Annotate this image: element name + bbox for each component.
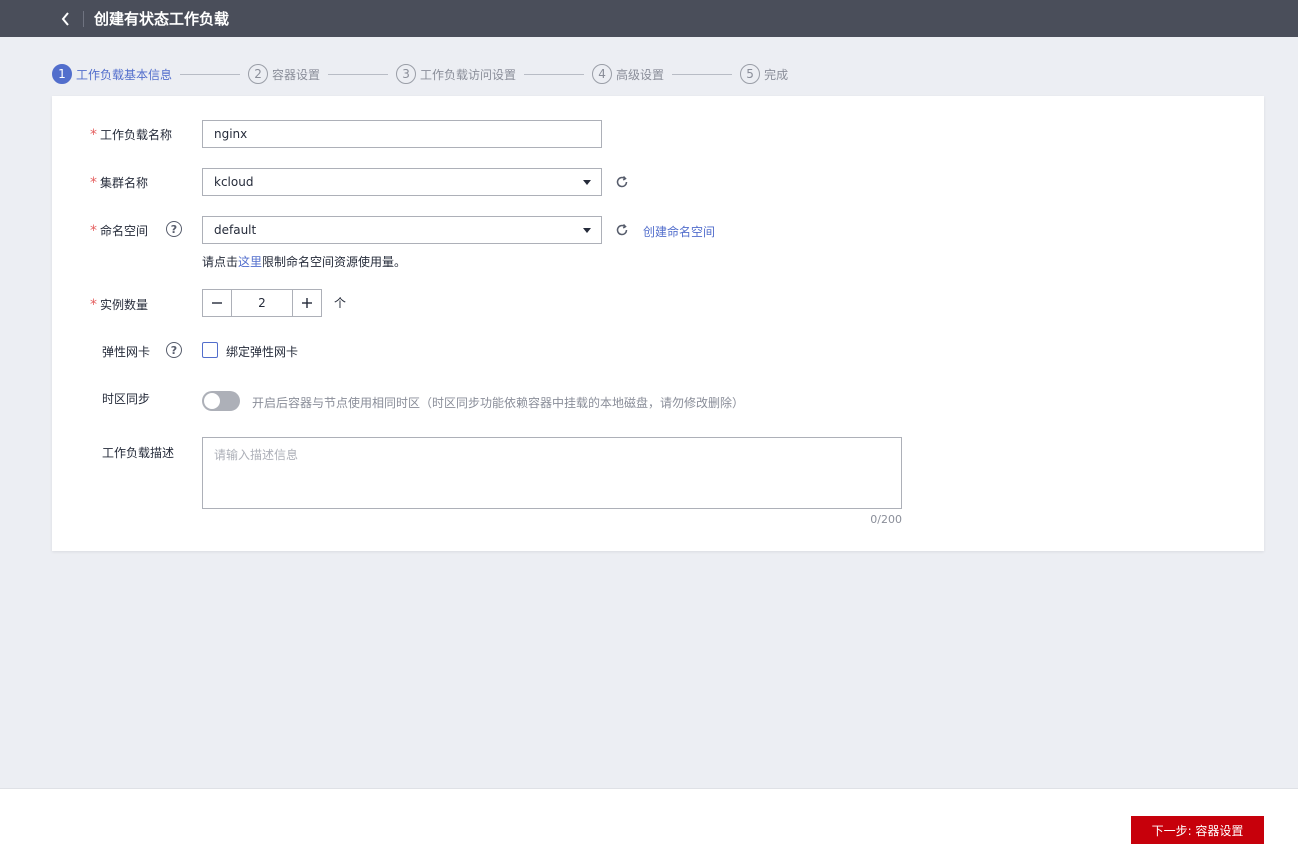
namespace-hint: 请点击这里限制命名空间资源使用量。 <box>202 253 406 270</box>
help-icon[interactable]: ? <box>166 221 182 237</box>
step-connector <box>180 73 241 75</box>
step-container-settings: 2 容器设置 <box>248 64 320 84</box>
namespace-label: * 命名空间 <box>90 222 148 239</box>
wizard-steps: 1 工作负载基本信息 2 容器设置 3 工作负载访问设置 4 高级设置 5 完成 <box>52 64 788 84</box>
caret-down-icon <box>583 180 591 185</box>
namespace-select[interactable]: default <box>202 216 602 244</box>
instances-value[interactable]: 2 <box>231 290 293 316</box>
description-textarea[interactable]: 请输入描述信息 <box>202 437 902 509</box>
step-label: 工作负载访问设置 <box>420 67 517 82</box>
step-basic-info: 1 工作负载基本信息 <box>52 64 172 84</box>
char-counter: 0/200 <box>870 513 902 526</box>
description-label: 工作负载描述 <box>102 446 175 460</box>
step-number: 1 <box>52 64 72 84</box>
required-mark: * <box>90 222 97 239</box>
chevron-left-icon <box>61 11 69 26</box>
required-mark: * <box>90 126 97 143</box>
hint-text: 请点击 <box>202 255 239 269</box>
timezone-toggle[interactable] <box>202 391 240 411</box>
step-advanced-settings: 4 高级设置 <box>592 64 664 84</box>
eni-checkbox-label: 绑定弹性网卡 <box>226 345 299 359</box>
next-step-button[interactable]: 下一步: 容器设置 <box>1131 816 1264 844</box>
step-complete: 5 完成 <box>740 64 788 84</box>
workload-name-input[interactable]: nginx <box>202 120 602 148</box>
workload-name-label: * 工作负载名称 <box>90 126 172 143</box>
step-number: 3 <box>396 64 417 84</box>
timezone-description: 开启后容器与节点使用相同时区（时区同步功能依赖容器中挂载的本地磁盘，请勿修改删除… <box>252 396 745 410</box>
create-namespace-link[interactable]: 创建命名空间 <box>643 223 715 240</box>
back-button[interactable] <box>53 6 79 32</box>
quota-link[interactable]: 这里 <box>238 255 262 269</box>
increment-button[interactable] <box>293 290 321 316</box>
step-connector <box>524 73 585 75</box>
label-text: 实例数量 <box>100 298 149 312</box>
timezone-label: 时区同步 <box>102 392 151 406</box>
minus-icon <box>212 302 222 304</box>
cluster-select[interactable]: kcloud <box>202 168 602 196</box>
refresh-icon[interactable] <box>614 174 630 190</box>
step-number: 5 <box>740 64 761 84</box>
top-header: 创建有状态工作负载 <box>0 0 1298 37</box>
instances-stepper: 2 <box>202 289 322 317</box>
step-label: 完成 <box>764 67 789 82</box>
help-icon[interactable]: ? <box>166 342 182 358</box>
step-number: 2 <box>248 64 269 84</box>
header-divider <box>83 10 84 27</box>
instances-label: * 实例数量 <box>90 296 148 313</box>
required-mark: * <box>90 174 97 191</box>
step-connector <box>672 73 733 75</box>
label-text: 命名空间 <box>100 224 149 238</box>
step-label: 工作负载基本信息 <box>76 67 173 82</box>
decrement-button[interactable] <box>203 290 231 316</box>
plus-icon <box>302 298 312 308</box>
step-label: 高级设置 <box>616 67 665 82</box>
page-title: 创建有状态工作负载 <box>94 10 230 28</box>
step-access-settings: 3 工作负载访问设置 <box>396 64 516 84</box>
toggle-knob <box>204 393 220 409</box>
label-text: 集群名称 <box>100 176 149 190</box>
required-mark: * <box>90 296 97 313</box>
hint-text: 限制命名空间资源使用量。 <box>262 255 407 269</box>
eni-label: 弹性网卡 <box>102 345 151 359</box>
step-label: 容器设置 <box>272 67 321 82</box>
eni-checkbox[interactable] <box>202 342 218 358</box>
label-text: 工作负载名称 <box>100 128 173 142</box>
step-connector <box>328 73 389 75</box>
select-value: kcloud <box>214 175 254 189</box>
refresh-icon[interactable] <box>614 222 630 238</box>
select-value: default <box>214 223 257 237</box>
caret-down-icon <box>583 228 591 233</box>
footer-bar: 下一步: 容器设置 <box>0 788 1298 855</box>
cluster-label: * 集群名称 <box>90 174 148 191</box>
step-number: 4 <box>592 64 613 84</box>
instances-unit: 个 <box>334 296 347 310</box>
form-card: * 工作负载名称 nginx * 集群名称 kcloud * 命名空间 ? de… <box>52 96 1264 551</box>
